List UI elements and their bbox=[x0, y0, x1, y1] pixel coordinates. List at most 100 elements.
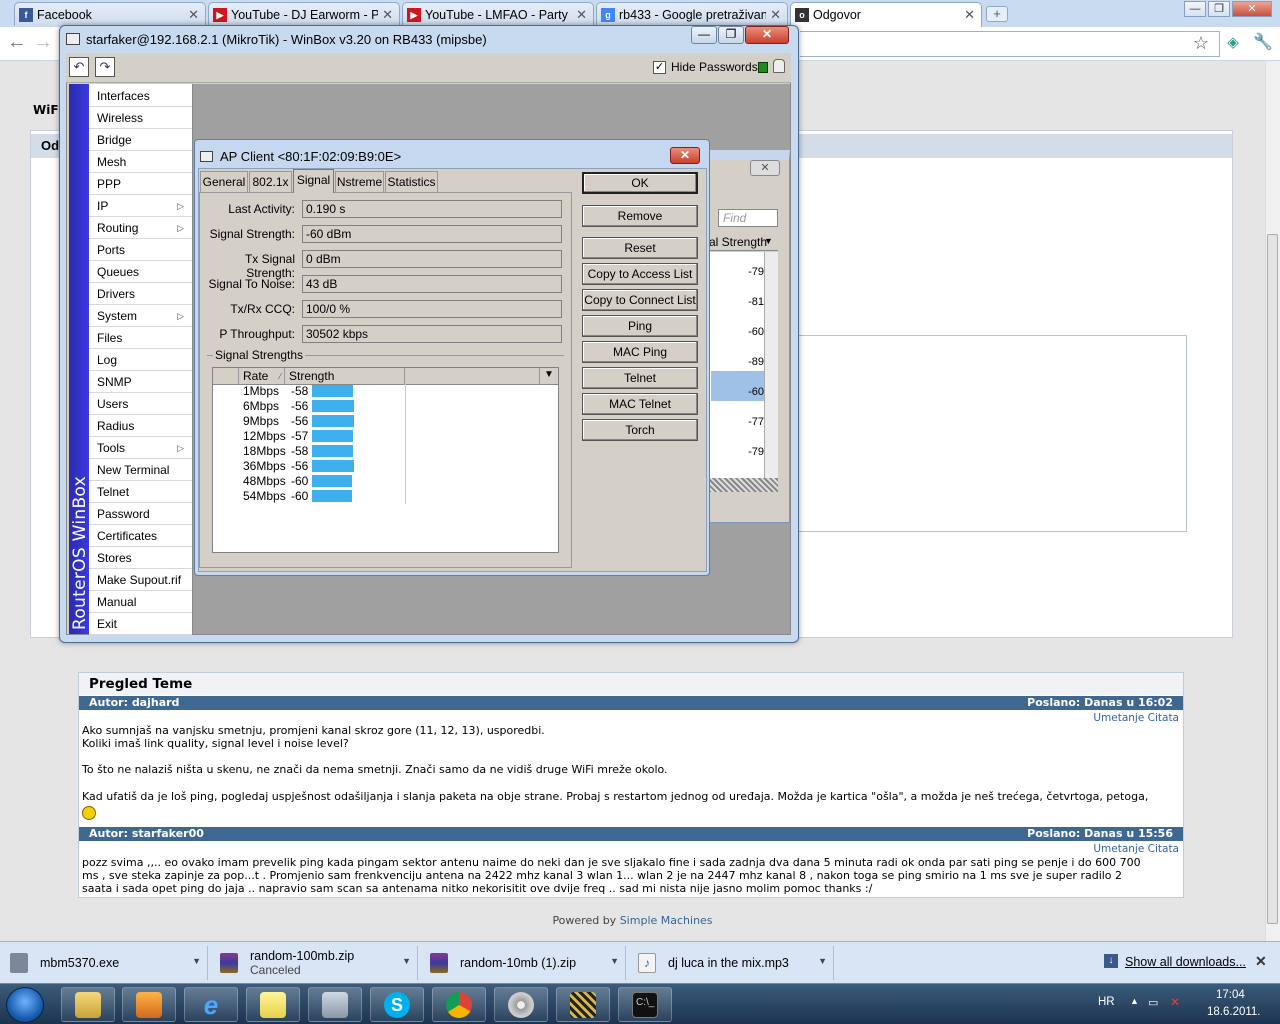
download-item[interactable]: mbm5370.exe ▼ bbox=[0, 946, 208, 980]
start-button[interactable] bbox=[6, 987, 44, 1023]
sidebar-item-routing[interactable]: Routing ▷ bbox=[89, 217, 192, 239]
sidebar-item-new-terminal[interactable]: New Terminal bbox=[89, 459, 192, 481]
forward-arrow-icon[interactable]: → bbox=[30, 31, 56, 55]
sidebar-item-wireless[interactable]: Wireless bbox=[89, 107, 192, 129]
registration-signal-value[interactable]: -89 bbox=[711, 356, 764, 368]
column-dropdown-icon[interactable]: ▼ bbox=[764, 236, 773, 246]
registration-close-button[interactable]: ✕ bbox=[750, 160, 780, 176]
table-row[interactable]: 1Mbps -58 bbox=[213, 384, 558, 399]
tab-youtube-dj-earworm[interactable]: ▶ YouTube - DJ Earworm - Pa ✕ bbox=[208, 2, 400, 26]
close-tab-icon[interactable]: ✕ bbox=[382, 7, 393, 23]
sticky-notes-taskbar-button[interactable] bbox=[246, 987, 300, 1022]
sidebar-item-log[interactable]: Log bbox=[89, 349, 192, 371]
table-row[interactable]: 6Mbps -56 bbox=[213, 399, 558, 414]
media-player-taskbar-button[interactable] bbox=[122, 987, 176, 1022]
extension-icon[interactable]: ◈ bbox=[1222, 32, 1244, 54]
show-all-downloads-link[interactable]: Show all downloads... bbox=[1125, 955, 1246, 969]
disc-taskbar-button[interactable] bbox=[494, 987, 548, 1022]
sidebar-item-mesh[interactable]: Mesh bbox=[89, 151, 192, 173]
language-indicator[interactable]: HR bbox=[1098, 996, 1115, 1008]
clock-time[interactable]: 17:04 bbox=[1216, 989, 1245, 1001]
bookmark-star-icon[interactable]: ☆ bbox=[1190, 32, 1212, 54]
page-scrollbar-thumb[interactable] bbox=[1267, 234, 1278, 924]
explorer-taskbar-button[interactable] bbox=[61, 987, 115, 1022]
sidebar-item-stores[interactable]: Stores bbox=[89, 547, 192, 569]
registration-scrollbar[interactable] bbox=[764, 252, 778, 478]
download-item[interactable]: random-10mb (1).zip ▼ bbox=[420, 946, 626, 980]
sidebar-item-snmp[interactable]: SNMP bbox=[89, 371, 192, 393]
tab-statistics[interactable]: Statistics bbox=[385, 171, 438, 192]
table-row[interactable]: 54Mbps -60 bbox=[213, 489, 558, 504]
sidebar-item-system[interactable]: System ▷ bbox=[89, 305, 192, 327]
sidebar-item-ip[interactable]: IP ▷ bbox=[89, 195, 192, 217]
close-tab-icon[interactable]: ✕ bbox=[964, 7, 975, 23]
chevron-down-icon[interactable]: ▼ bbox=[610, 956, 619, 966]
chevron-down-icon[interactable]: ▼ bbox=[192, 956, 201, 966]
close-shelf-icon[interactable]: ✕ bbox=[1255, 953, 1267, 970]
horizontal-scrollbar[interactable] bbox=[709, 478, 778, 492]
mac-ping-button[interactable]: MAC Ping bbox=[582, 341, 698, 363]
undo-icon[interactable]: ↶ bbox=[69, 57, 89, 77]
remove-button[interactable]: Remove bbox=[582, 205, 698, 227]
minimize-window-button[interactable]: — bbox=[1184, 1, 1206, 17]
sidebar-item-users[interactable]: Users bbox=[89, 393, 192, 415]
ok-button[interactable]: OK bbox=[582, 172, 698, 194]
rate-column-header[interactable]: Rate ⁄ bbox=[239, 368, 285, 385]
insert-quote-link[interactable]: Umetanje Citata bbox=[1093, 843, 1179, 855]
sidebar-item-files[interactable]: Files bbox=[89, 327, 192, 349]
registration-signal-value[interactable]: -60 bbox=[711, 326, 764, 338]
tray-expand-icon[interactable]: ▲ bbox=[1130, 996, 1139, 1006]
tab-odgovor[interactable]: o Odgovor ✕ bbox=[790, 2, 982, 27]
sidebar-item-interfaces[interactable]: Interfaces bbox=[89, 85, 192, 107]
telnet-button[interactable]: Telnet bbox=[582, 367, 698, 389]
cmd-taskbar-button[interactable]: C:\_ bbox=[618, 987, 672, 1022]
download-item[interactable]: ♪ dj luca in the mix.mp3 ▼ bbox=[628, 946, 834, 980]
wrench-icon[interactable]: 🔧 bbox=[1252, 32, 1274, 54]
sidebar-item-make-supout-rif[interactable]: Make Supout.rif bbox=[89, 569, 192, 591]
download-item[interactable]: random-100mb.zip Canceled ▼ bbox=[210, 946, 418, 980]
sidebar-item-certificates[interactable]: Certificates bbox=[89, 525, 192, 547]
copy-to-access-list-button[interactable]: Copy to Access List bbox=[582, 263, 698, 285]
internet-explorer-taskbar-button[interactable]: e bbox=[184, 987, 238, 1022]
clock-date[interactable]: 18.6.2011. bbox=[1207, 1006, 1261, 1018]
winbox-minimize-button[interactable]: — bbox=[691, 26, 717, 44]
registration-signal-value[interactable]: -79 bbox=[711, 446, 764, 458]
find-input[interactable]: Find bbox=[718, 209, 778, 227]
winbox-maximize-button[interactable]: ❐ bbox=[718, 26, 744, 44]
table-row[interactable]: 48Mbps -60 bbox=[213, 474, 558, 489]
tab-nstreme[interactable]: Nstreme bbox=[335, 171, 384, 192]
tab-facebook[interactable]: f Facebook ✕ bbox=[14, 2, 206, 26]
chrome-taskbar-button[interactable] bbox=[432, 987, 486, 1022]
tab-signal[interactable]: Signal bbox=[293, 169, 334, 193]
close-window-button[interactable]: ✕ bbox=[1232, 1, 1272, 17]
chevron-down-icon[interactable]: ▼ bbox=[402, 956, 411, 966]
skype-taskbar-button[interactable]: S bbox=[370, 987, 424, 1022]
close-tab-icon[interactable]: ✕ bbox=[188, 7, 199, 23]
registration-signal-value[interactable]: -60 bbox=[711, 386, 764, 398]
reset-button[interactable]: Reset bbox=[582, 237, 698, 259]
mac-telnet-button[interactable]: MAC Telnet bbox=[582, 393, 698, 415]
sidebar-item-exit[interactable]: Exit bbox=[89, 613, 192, 635]
ping-button[interactable]: Ping bbox=[582, 315, 698, 337]
maximize-window-button[interactable]: ❐ bbox=[1208, 1, 1230, 17]
close-tab-icon[interactable]: ✕ bbox=[770, 7, 781, 23]
copy-to-connect-list-button[interactable]: Copy to Connect List bbox=[582, 289, 698, 311]
registration-signal-value[interactable]: -81 bbox=[711, 296, 764, 308]
tab-8021x[interactable]: 802.1x bbox=[249, 171, 292, 192]
sidebar-item-telnet[interactable]: Telnet bbox=[89, 481, 192, 503]
sidebar-item-password[interactable]: Password bbox=[89, 503, 192, 525]
message-textarea[interactable] bbox=[780, 335, 1187, 532]
sidebar-item-radius[interactable]: Radius bbox=[89, 415, 192, 437]
tab-youtube-lmfao[interactable]: ▶ YouTube - LMFAO - Party R ✕ bbox=[402, 2, 594, 26]
table-row[interactable]: 9Mbps -56 bbox=[213, 414, 558, 429]
network-icon[interactable]: ▭ bbox=[1148, 996, 1158, 1009]
registration-signal-value[interactable]: -77 bbox=[711, 416, 764, 428]
table-row[interactable]: 18Mbps -58 bbox=[213, 444, 558, 459]
chevron-down-icon[interactable]: ▼ bbox=[818, 956, 827, 966]
ap-client-close-button[interactable]: ✕ bbox=[670, 147, 700, 164]
sidebar-item-ports[interactable]: Ports bbox=[89, 239, 192, 261]
sidebar-item-tools[interactable]: Tools ▷ bbox=[89, 437, 192, 459]
new-tab-button[interactable]: + bbox=[986, 6, 1008, 22]
winbox-close-button[interactable]: ✕ bbox=[745, 26, 789, 44]
close-tab-icon[interactable]: ✕ bbox=[576, 7, 587, 23]
